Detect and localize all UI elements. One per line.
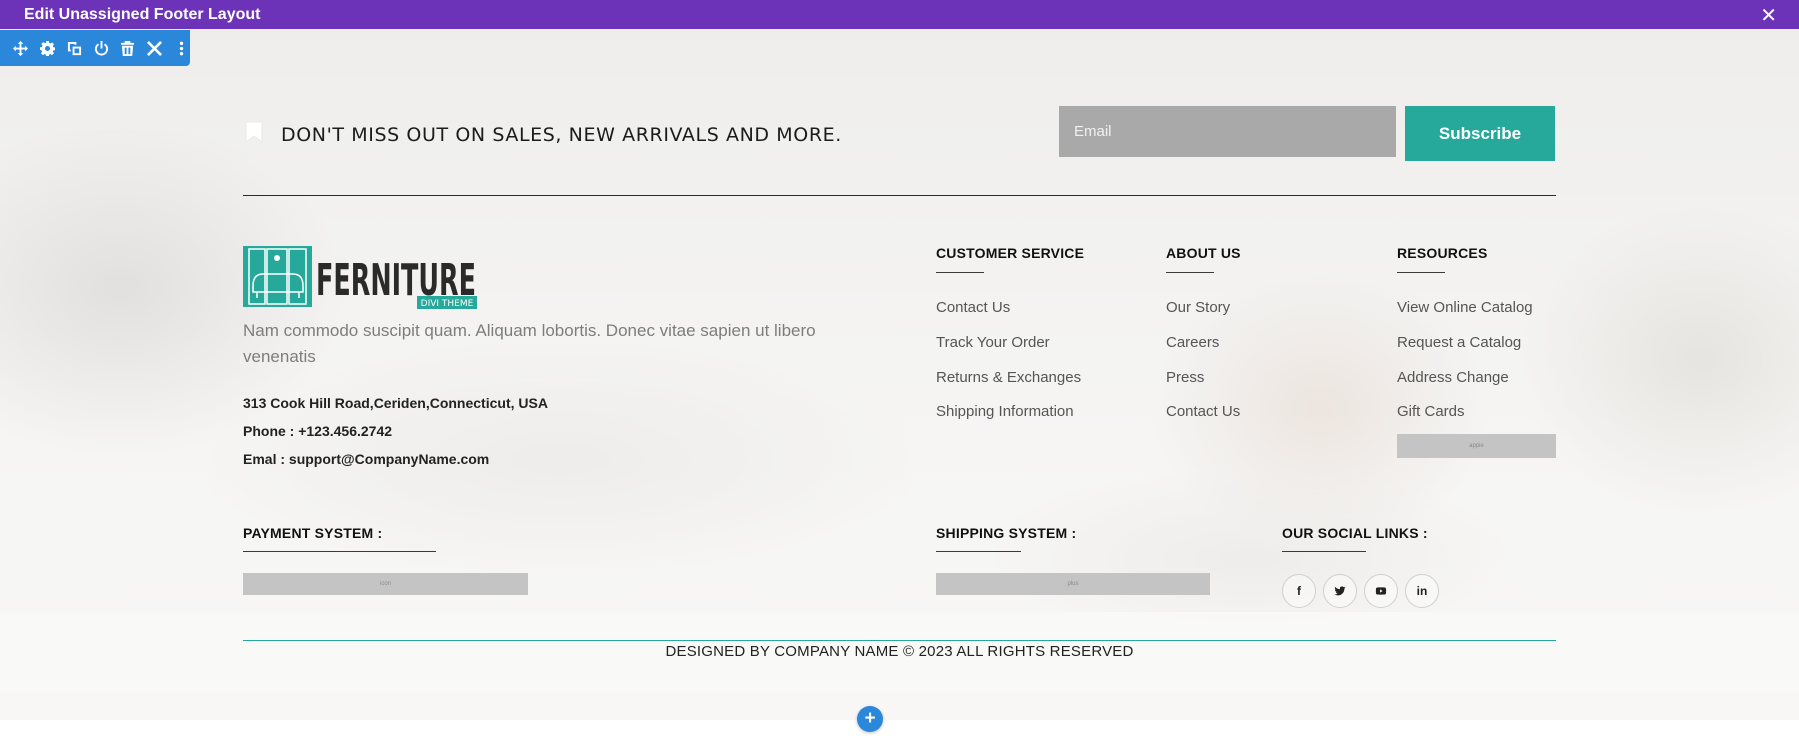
image-placeholder: appie — [1397, 434, 1556, 458]
shipping-heading: SHIPPING SYSTEM : — [936, 525, 1077, 541]
footer-link[interactable]: Track Your Order — [936, 334, 1050, 351]
bookmark-icon — [245, 121, 263, 143]
newsletter-heading: DON'T MISS OUT ON SALES, NEW ARRIVALS AN… — [281, 124, 842, 146]
placeholder-text: icon — [379, 581, 391, 587]
placeholder-text: appie — [1469, 443, 1484, 449]
heading-underline — [936, 272, 984, 273]
footer-divider — [243, 640, 1556, 641]
heading-underline — [1166, 272, 1214, 273]
phone-text: Phone : +123.456.2742 — [243, 423, 393, 439]
heading-underline — [1282, 551, 1366, 552]
close-icon[interactable]: ✕ — [1760, 3, 1777, 28]
youtube-icon[interactable] — [1364, 574, 1398, 608]
linkedin-icon[interactable]: in — [1405, 574, 1439, 608]
shipping-image-placeholder: plus — [936, 573, 1210, 595]
facebook-icon[interactable]: f — [1282, 574, 1316, 608]
subscribe-button[interactable]: Subscribe — [1405, 106, 1555, 161]
placeholder-text: plus — [1067, 581, 1079, 587]
footer-link[interactable]: Request a Catalog — [1397, 334, 1521, 351]
heading-underline — [936, 551, 1021, 552]
footer-link[interactable]: Contact Us — [1166, 403, 1240, 420]
footer-link[interactable]: Gift Cards — [1397, 403, 1465, 420]
customer-service-heading: CUSTOMER SERVICE — [936, 245, 1085, 261]
footer-link[interactable]: Contact Us — [936, 299, 1010, 316]
editor-title: Edit Unassigned Footer Layout — [24, 6, 261, 23]
about-us-heading: ABOUT US — [1166, 245, 1241, 261]
editor-title-bar: Edit Unassigned Footer Layout ✕ — [0, 0, 1799, 29]
footer-link[interactable]: Press — [1166, 369, 1204, 386]
heading-underline — [243, 551, 436, 552]
address-text: 313 Cook Hill Road,Ceriden,Connecticut, … — [243, 395, 548, 411]
payment-heading: PAYMENT SYSTEM : — [243, 525, 383, 541]
logo-tagline: DIVI THEME — [421, 299, 474, 309]
twitter-icon[interactable] — [1323, 574, 1357, 608]
resources-heading: RESOURCES — [1397, 245, 1488, 261]
footer-canvas: DON'T MISS OUT ON SALES, NEW ARRIVALS AN… — [0, 29, 1799, 720]
footer-link[interactable]: View Online Catalog — [1397, 299, 1533, 316]
footer-link[interactable]: Careers — [1166, 334, 1219, 351]
divider — [243, 195, 1556, 196]
footer-link[interactable]: Address Change — [1397, 369, 1509, 386]
footer-link[interactable]: Shipping Information — [936, 403, 1074, 420]
brand-logo[interactable]: FERNITURE DIVI THEME — [243, 246, 478, 309]
heading-underline — [1397, 272, 1445, 273]
social-heading: OUR SOCIAL LINKS : — [1282, 525, 1428, 541]
footer-link[interactable]: Our Story — [1166, 299, 1230, 316]
payment-image-placeholder: icon — [243, 573, 528, 595]
email-text: Emal : support@CompanyName.com — [243, 451, 490, 467]
add-section-button[interactable]: + — [857, 706, 883, 732]
brand-description: Nam commodo suscipit quam. Aliquam lobor… — [243, 321, 816, 366]
email-field[interactable] — [1059, 106, 1396, 157]
footer-link[interactable]: Returns & Exchanges — [936, 369, 1081, 386]
